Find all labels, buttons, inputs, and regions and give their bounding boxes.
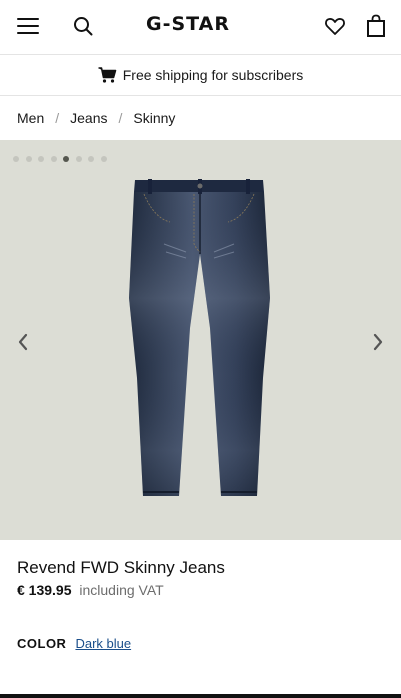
promo-banner: Free shipping for subscribers	[0, 55, 401, 95]
heart-icon[interactable]	[324, 15, 346, 37]
promo-text: Free shipping for subscribers	[122, 67, 304, 83]
shopping-bag-icon[interactable]	[366, 14, 386, 38]
search-icon[interactable]	[72, 15, 94, 37]
breadcrumb-skinny[interactable]: Skinny	[133, 110, 175, 126]
gallery-dot[interactable]	[25, 156, 32, 162]
gallery-dot[interactable]	[38, 156, 44, 162]
bottom-bar	[0, 694, 401, 698]
brand-logo[interactable]: G-STAR	[146, 13, 230, 35]
color-label: COLOR	[17, 636, 67, 651]
color-value-link[interactable]: Dark blue	[75, 636, 131, 651]
breadcrumb-separator: /	[55, 110, 60, 126]
chevron-right-icon[interactable]	[370, 330, 386, 354]
price-row: € 139.95 including VAT	[17, 582, 164, 598]
breadcrumb-jeans[interactable]: Jeans	[70, 110, 107, 126]
gallery-dot-active[interactable]	[63, 156, 69, 162]
product-price: € 139.95	[17, 582, 72, 598]
product-image	[129, 179, 270, 496]
breadcrumb-separator: /	[118, 110, 123, 126]
vat-note: including VAT	[79, 582, 164, 598]
gallery-dot[interactable]	[50, 156, 57, 162]
gallery-dot[interactable]	[100, 156, 107, 162]
color-selector: COLOR Dark blue	[17, 636, 131, 651]
gallery-dot[interactable]	[75, 156, 82, 162]
gallery-dot[interactable]	[88, 156, 94, 162]
promo-divider	[0, 95, 401, 96]
product-image-gallery[interactable]	[0, 140, 401, 540]
shopping-cart-icon	[98, 67, 117, 83]
gallery-pagination	[13, 156, 113, 162]
breadcrumb-men[interactable]: Men	[17, 110, 44, 126]
hamburger-menu-icon[interactable]	[17, 16, 39, 36]
product-title: Revend FWD Skinny Jeans	[17, 558, 225, 577]
gallery-dot[interactable]	[13, 156, 19, 162]
chevron-left-icon[interactable]	[15, 330, 31, 354]
breadcrumb: Men / Jeans / Skinny	[17, 109, 175, 127]
site-header: G-STAR	[0, 0, 401, 54]
